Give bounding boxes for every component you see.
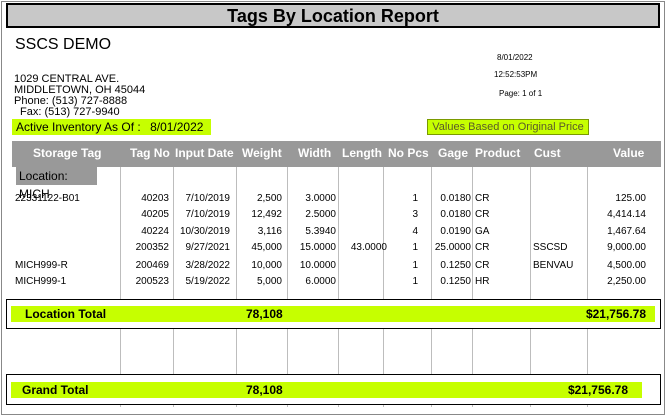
- cell-tag-no: 200469: [135, 260, 169, 271]
- cell-weight: 10,000: [251, 260, 282, 271]
- cell-value: 1,467.64: [607, 226, 646, 237]
- header-length: Length: [342, 146, 382, 160]
- cell-width: 6.0000: [305, 276, 336, 287]
- company-address: 1029 CENTRAL AVE. MIDDLETOWN, OH 45044 P…: [14, 74, 145, 118]
- header-weight: Weight: [242, 146, 282, 160]
- cell-storage-tag: MICH999-1: [15, 276, 67, 287]
- cell-tag-no: 40205: [141, 209, 169, 220]
- header-input-date: Input Date: [175, 146, 234, 160]
- cell-product: GA: [475, 226, 490, 237]
- cell-value: 4,414.14: [607, 209, 646, 220]
- cell-tag-no: 40224: [141, 226, 169, 237]
- inventory-label: Active Inventory As Of :: [16, 120, 141, 134]
- cell-weight: 5,000: [256, 276, 282, 287]
- cell-product: CR: [475, 193, 490, 204]
- header-width: Width: [298, 146, 332, 160]
- cell-gage: 25.0000: [434, 242, 471, 253]
- company-name: SSCS DEMO: [15, 36, 112, 53]
- report-title: Tags By Location Report: [6, 3, 660, 28]
- cell-width: 3.0000: [305, 193, 336, 204]
- report-border: [1, 1, 665, 415]
- cell-gage: 0.1250: [440, 276, 471, 287]
- header-storage-tag: Storage Tag: [33, 146, 102, 160]
- cell-gage: 0.0180: [440, 209, 471, 220]
- grand-total-weight: 78,108: [246, 383, 283, 397]
- header-gage: Gage: [438, 146, 469, 160]
- gridline: [472, 167, 473, 407]
- location-label: Location: MICH: [16, 167, 97, 201]
- cell-width: 2.5000: [305, 209, 336, 220]
- cell-product: HR: [475, 276, 490, 287]
- report-time: 12:52:53PM: [494, 70, 538, 79]
- cell-gage: 0.0190: [440, 226, 471, 237]
- grand-total-bar: Grand Total 78,108 $21,756.78: [11, 382, 642, 398]
- grand-total-value: $21,756.78: [567, 383, 628, 397]
- fax-line: Fax: (513) 727-9940: [20, 106, 120, 118]
- cell-weight: 45,000: [251, 242, 282, 253]
- cell-no-pcs: 3: [412, 209, 418, 220]
- cell-width: 10.0000: [299, 260, 336, 271]
- cell-gage: 0.1250: [440, 260, 471, 271]
- cell-cust: SSCSD: [533, 242, 568, 253]
- values-note: Values Based on Original Price: [427, 119, 589, 135]
- page-number: Page: 1 of 1: [499, 89, 543, 98]
- cell-width: 5.3940: [305, 226, 336, 237]
- header-product: Product: [475, 146, 521, 160]
- header-no-pcs: No Pcs: [388, 146, 429, 160]
- report-date: 8/01/2022: [497, 53, 533, 62]
- location-total-label: Location Total: [25, 307, 107, 321]
- cell-storage-tag: 22331122-B01: [15, 193, 80, 204]
- cell-value: 2,250.00: [607, 276, 646, 287]
- location-total-value: $21,756.78: [585, 307, 646, 321]
- cell-tag-no: 200352: [135, 242, 169, 253]
- cell-no-pcs: 1: [412, 260, 418, 271]
- cell-weight: 3,116: [257, 226, 282, 237]
- cell-tag-no: 200523: [135, 276, 169, 287]
- cell-tag-no: 40203: [141, 193, 169, 204]
- grand-total-label: Grand Total: [22, 383, 89, 397]
- header-tag-no: Tag No: [130, 146, 170, 160]
- cell-no-pcs: 1: [412, 242, 418, 253]
- gridline: [530, 167, 531, 407]
- cell-product: CR: [475, 260, 490, 271]
- cell-weight: 2,500: [256, 193, 282, 204]
- cell-product: CR: [475, 242, 490, 253]
- cell-product: CR: [475, 209, 490, 220]
- cell-input-date: 9/27/2021: [185, 242, 231, 253]
- location-total-bar: Location Total 78,108 $21,756.78: [11, 306, 655, 322]
- header-cust: Cust: [534, 146, 561, 160]
- location-total-weight: 78,108: [246, 307, 283, 321]
- cell-length: 43.0000: [350, 242, 387, 253]
- gridline: [338, 167, 339, 407]
- cell-input-date: 7/10/2019: [185, 209, 231, 220]
- cell-width: 15.0000: [299, 242, 336, 253]
- inventory-date-banner: Active Inventory As Of : 8/01/2022: [12, 119, 211, 135]
- inventory-date: 8/01/2022: [150, 120, 204, 134]
- cell-value: 4,500.00: [607, 260, 646, 271]
- cell-no-pcs: 1: [412, 276, 418, 287]
- cell-input-date: 7/10/2019: [185, 193, 231, 204]
- cell-input-date: 3/28/2022: [185, 260, 231, 271]
- cell-cust: BENVAU: [533, 260, 574, 271]
- cell-gage: 0.0180: [440, 193, 471, 204]
- cell-input-date: 5/19/2022: [185, 276, 231, 287]
- table-header: Storage Tag Tag No Input Date Weight Wid…: [12, 141, 661, 167]
- cell-storage-tag: MICH999-R: [15, 260, 68, 271]
- cell-value: 125.00: [615, 193, 646, 204]
- cell-weight: 12,492: [251, 209, 282, 220]
- cell-input-date: 10/30/2019: [179, 226, 230, 237]
- header-value: Value: [613, 146, 645, 160]
- cell-no-pcs: 1: [412, 193, 418, 204]
- cell-value: 9,000.00: [607, 242, 646, 253]
- cell-no-pcs: 4: [412, 226, 418, 237]
